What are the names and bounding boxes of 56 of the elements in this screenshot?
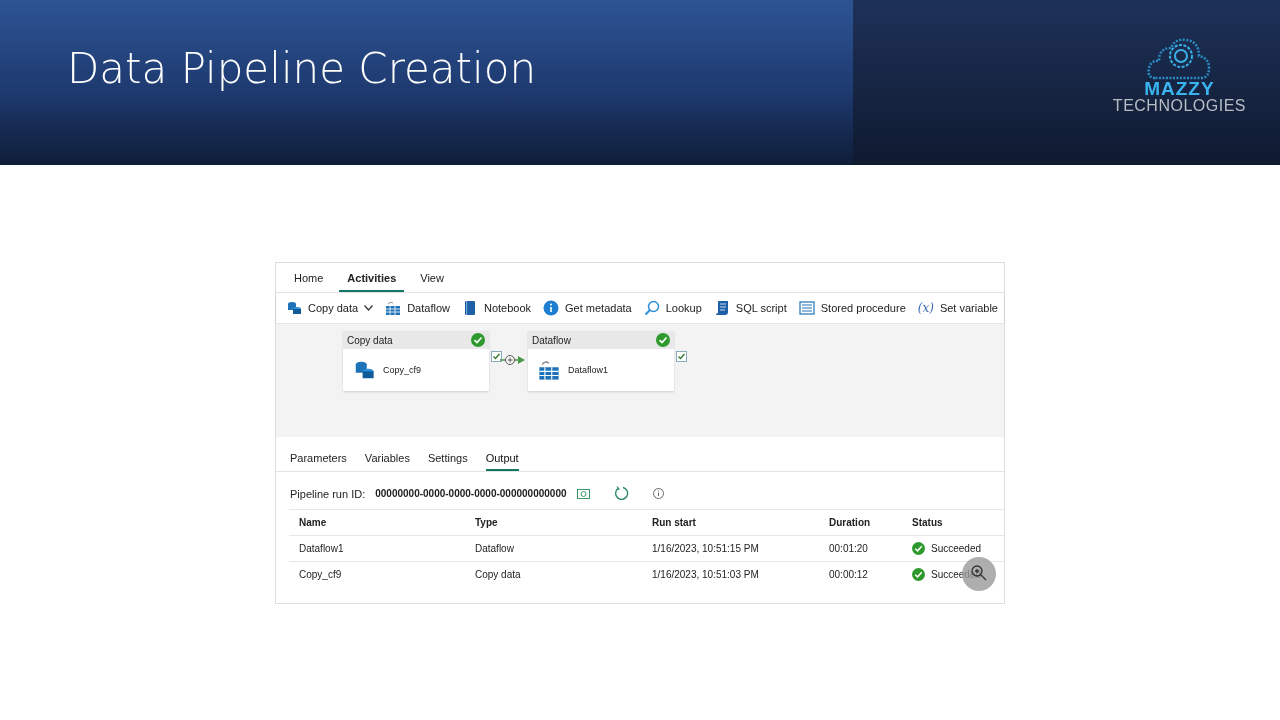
table-cell-text: 1/16/2023, 10:51:15 PM: [652, 543, 760, 554]
toolbar-button[interactable]: Dataflow: [385, 300, 450, 316]
column-header: Duration: [829, 517, 872, 528]
status-text: Succeeded: [931, 543, 982, 554]
node-name: Copy_cf9: [383, 365, 422, 375]
toolbar-button[interactable]: Notebook: [461, 300, 532, 316]
toolbar-button[interactable]: SQL script: [713, 300, 787, 316]
table-cell-text: 00:01:20: [829, 543, 869, 554]
ribbon-tab[interactable]: Activities: [339, 269, 405, 292]
table-cell-text: Copy data: [475, 569, 522, 580]
variable-icon: (x): [917, 301, 934, 315]
ribbon-tab[interactable]: View: [412, 269, 452, 292]
toolbar-button[interactable]: Copy data: [286, 300, 374, 316]
checkbox-icon: [676, 351, 687, 362]
scroll-icon: [713, 300, 730, 316]
panel-tab[interactable]: Settings: [427, 452, 468, 471]
search-icon: [643, 300, 660, 316]
chevron-down-icon: [364, 305, 374, 311]
connector-arrow: [500, 355, 526, 365]
node-name: Dataflow1: [568, 365, 609, 375]
cloud-logo-icon: [1147, 36, 1212, 80]
toolbar-button[interactable]: Lookup: [643, 300, 702, 316]
node-type: Copy data: [347, 334, 393, 346]
column-header: Type: [475, 517, 499, 528]
panel-tab[interactable]: Output: [485, 452, 519, 471]
table-cell-text: 00:00:12: [829, 569, 869, 580]
database-icon: [286, 300, 302, 316]
activity-node[interactable]: Dataflow Dataflow1: [528, 331, 674, 391]
table-icon: [385, 300, 402, 316]
activity-node[interactable]: Copy data Copy_cf9: [343, 331, 489, 391]
toolbar-button[interactable]: Stored procedure: [798, 300, 906, 316]
ribbon-tab[interactable]: Home: [286, 269, 332, 292]
list-icon: [798, 300, 815, 316]
logo-text: TECHNOLOGIES: [1112, 97, 1246, 115]
node-type: Dataflow: [532, 334, 571, 346]
column-header: Name: [299, 517, 328, 528]
info-icon[interactable]: [652, 488, 664, 499]
info-icon: [543, 300, 560, 316]
table-cell-text: 1/16/2023, 10:51:03 PM: [652, 569, 760, 580]
database-icon: [353, 359, 375, 381]
toolbar-button[interactable]: Get metadata: [543, 300, 632, 316]
toolbar-button[interactable]: (x) Set variable: [917, 301, 998, 315]
run-id-value: 00000000-0000-0000-0000-000000000000: [375, 488, 567, 499]
column-header: Status: [912, 517, 944, 528]
column-header: Run start: [652, 517, 697, 528]
table-cell-text: Copy_cf9: [299, 569, 343, 580]
run-id-label: Pipeline run ID:: [290, 487, 366, 500]
table-icon: [538, 359, 560, 381]
table-cell-text: Dataflow: [475, 543, 515, 554]
slide-title: Data Pipeline Creation: [67, 44, 537, 93]
panel-tab[interactable]: Variables: [364, 452, 410, 471]
logo-text: MAZZY: [1144, 80, 1215, 97]
refresh-icon[interactable]: [613, 486, 629, 501]
panel-tab[interactable]: Parameters: [290, 452, 347, 471]
table-cell-text: Dataflow1: [299, 543, 345, 554]
checkbox-icon: [491, 351, 502, 362]
